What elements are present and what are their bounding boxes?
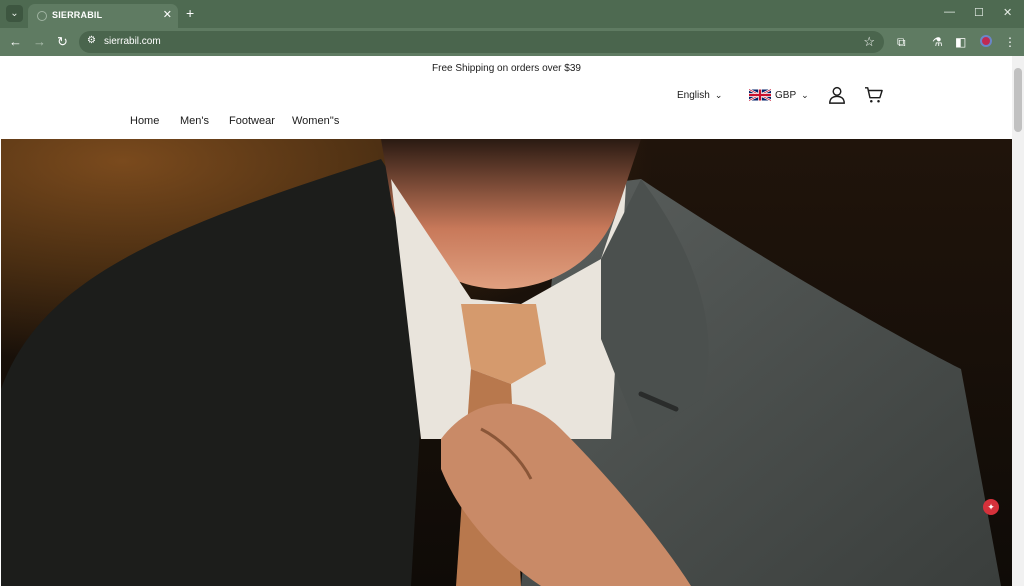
favicon-icon — [37, 11, 47, 21]
currency-label: GBP — [775, 90, 797, 101]
maximize-icon[interactable]: ☐ — [974, 6, 984, 19]
hero-image — [1, 139, 1012, 586]
labs-flask-icon[interactable]: ⚗ — [932, 34, 943, 50]
back-icon[interactable]: ← — [9, 33, 22, 51]
language-label: English — [677, 90, 710, 101]
menu-dots-icon[interactable]: ⋮ — [1004, 34, 1016, 50]
url-text[interactable]: sierrabil.com — [104, 36, 161, 47]
account-icon[interactable] — [828, 86, 846, 104]
reload-icon[interactable]: ↻ — [57, 33, 68, 51]
nav-footwear[interactable]: Footwear — [229, 115, 275, 127]
address-bar[interactable]: ⚙ sierrabil.com ☆ — [79, 31, 884, 53]
page-scrollbar[interactable] — [1012, 56, 1024, 586]
nav-mens[interactable]: Men's — [180, 115, 209, 127]
chevron-down-icon: ⌄ — [801, 90, 809, 100]
scrollbar-thumb[interactable] — [1014, 68, 1022, 132]
extensions-icon[interactable]: ⧉ — [897, 34, 906, 50]
browser-tab[interactable]: SIERRABIL ✕ — [28, 4, 178, 28]
new-tab-button[interactable]: + — [186, 5, 194, 21]
forward-icon[interactable]: → — [33, 33, 46, 51]
nav-home[interactable]: Home — [130, 115, 159, 127]
browser-toolbar: ← → ↻ ⚙ sierrabil.com ☆ ⧉ ⚗ ◧ ⋮ — [0, 28, 1024, 56]
browser-window: ⌄ SIERRABIL ✕ + — ☐ ✕ ← → ↻ ⚙ sierrabil.… — [0, 0, 1024, 586]
currency-selector[interactable]: GBP ⌄ — [775, 90, 809, 101]
minimize-icon[interactable]: — — [944, 6, 955, 18]
profile-avatar-icon[interactable] — [980, 35, 992, 47]
site-settings-icon[interactable]: ⚙ — [87, 35, 96, 46]
web-page: Free Shipping on orders over $39 English… — [1, 56, 1012, 586]
tab-title: SIERRABIL — [52, 10, 103, 20]
bookmark-star-icon[interactable]: ☆ — [863, 34, 875, 50]
hero-illustration — [1, 139, 1001, 586]
close-tab-icon[interactable]: ✕ — [163, 8, 172, 21]
side-panel-icon[interactable]: ◧ — [955, 34, 966, 50]
chevron-down-icon: ⌄ — [714, 90, 723, 100]
language-selector[interactable]: English ⌄ — [677, 90, 722, 101]
close-window-icon[interactable]: ✕ — [1003, 6, 1012, 19]
tab-search-button[interactable]: ⌄ — [6, 5, 23, 22]
nav-womens[interactable]: Women''s — [292, 115, 339, 127]
cart-icon[interactable] — [864, 86, 884, 104]
chevron-down-icon: ⌄ — [10, 8, 19, 19]
notification-badge-icon[interactable]: ✦ — [983, 499, 999, 515]
plus-icon: + — [186, 5, 195, 21]
tab-strip: ⌄ SIERRABIL ✕ + — ☐ ✕ — [0, 0, 1024, 28]
announcement-bar: Free Shipping on orders over $39 — [432, 63, 581, 74]
uk-flag-icon[interactable] — [749, 88, 771, 102]
